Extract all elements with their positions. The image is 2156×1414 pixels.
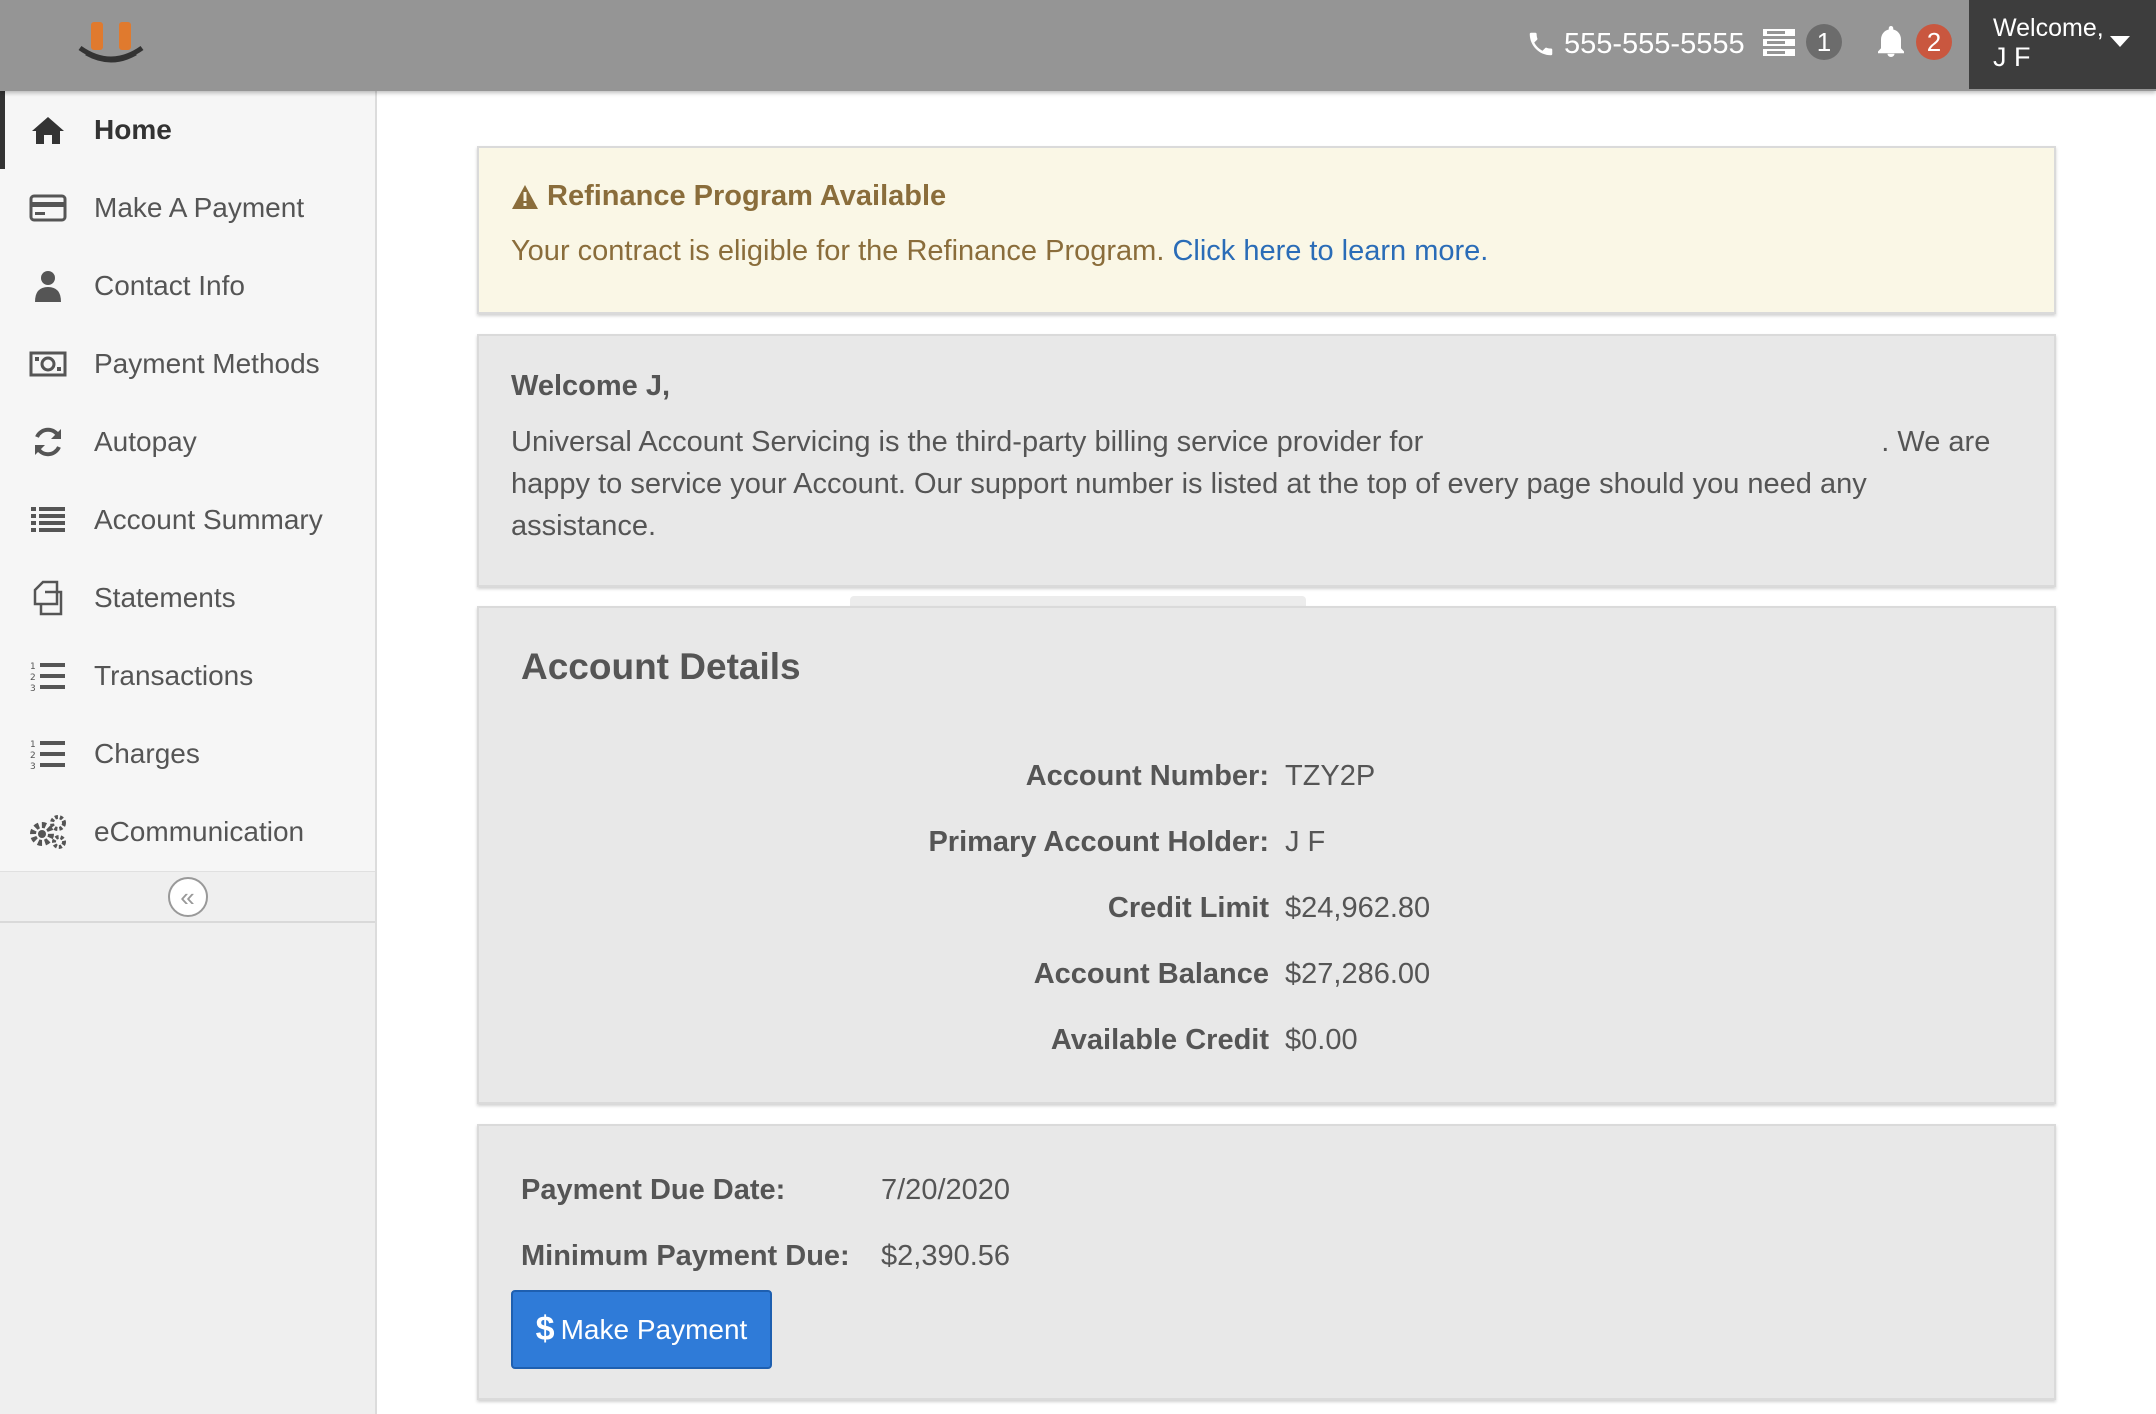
ordered-list-icon: 123 [28, 734, 68, 774]
caret-down-icon [2110, 36, 2130, 47]
notifications-badge: 2 [1916, 24, 1952, 60]
sidebar-item-label: Account Summary [94, 504, 323, 535]
detail-value: J F [1285, 825, 1326, 858]
sidebar-item-label: Statements [94, 582, 236, 613]
svg-text:2: 2 [30, 751, 36, 761]
sidebar-item-label: Payment Methods [94, 348, 320, 379]
credit-card-icon [28, 188, 68, 228]
user-menu[interactable]: Welcome, J F [1969, 0, 2156, 89]
sidebar-item-label: Home [94, 114, 172, 145]
make-payment-label: Make Payment [560, 1313, 748, 1345]
detail-label: Credit Limit [1107, 891, 1269, 924]
ordered-list-icon: 123 [28, 656, 68, 696]
welcome-label: Welcome, [1993, 14, 2104, 42]
alert-title-row: Refinance Program Available [511, 180, 2022, 213]
welcome-heading: Welcome J, [511, 370, 671, 402]
minimum-payment-label: Minimum Payment Due: [521, 1239, 850, 1272]
svg-text:1: 1 [30, 740, 36, 750]
collapse-sidebar-icon[interactable]: « [167, 876, 208, 917]
bell-icon [1878, 26, 1904, 57]
welcome-line-1a: Universal Account Servicing is the third… [511, 426, 1424, 458]
detail-row-account-number: Account Number: TZY2P [479, 756, 2054, 796]
phone-icon [1529, 32, 1553, 56]
sidebar-item-account-summary[interactable]: Account Summary [0, 481, 375, 559]
detail-row-account-balance: Account Balance $27,286.00 [479, 954, 2054, 994]
welcome-panel: Welcome J, Universal Account Servicing i… [477, 334, 2056, 587]
sidebar-item-label: eCommunication [94, 816, 305, 847]
refinance-alert: Refinance Program Available Your contrac… [477, 146, 2056, 314]
warning-icon [512, 184, 538, 209]
sidebar-item-label: Contact Info [94, 270, 245, 301]
sidebar-item-contact-info[interactable]: Contact Info [0, 247, 375, 325]
sidebar-nav: Home Make A Payment Contact Info Payment… [0, 91, 375, 871]
sidebar-item-label: Autopay [94, 426, 197, 457]
alert-title: Refinance Program Available [547, 180, 947, 212]
learn-more-link[interactable]: Click here to learn more. [1172, 235, 1488, 267]
messages-button[interactable]: 1 [1762, 20, 1842, 64]
user-name: J F [1993, 42, 2031, 72]
welcome-text: Universal Account Servicing is the third… [511, 421, 2022, 547]
svg-text:2: 2 [30, 673, 36, 683]
top-bar: 555-555-5555 1 2 Welcome, J F [0, 0, 2156, 91]
detail-value: TZY2P [1285, 759, 1376, 792]
sidebar-item-autopay[interactable]: Autopay [0, 403, 375, 481]
gears-icon [28, 812, 68, 852]
alert-text: Your contract is eligible for the Refina… [511, 235, 1173, 267]
detail-row-credit-limit: Credit Limit $24,962.80 [479, 888, 2054, 928]
list-icon [28, 500, 68, 540]
sidebar-item-payment-methods[interactable]: Payment Methods [0, 325, 375, 403]
payment-due-panel: Payment Due Date: 7/20/2020 Minimum Paym… [477, 1124, 2056, 1400]
sidebar-item-label: Charges [94, 738, 200, 769]
phone-number: 555-555-5555 [1564, 27, 1745, 60]
panel-tab-hint [850, 596, 1306, 606]
sidebar-collapse-row: « [0, 871, 375, 923]
sidebar-item-label: Make A Payment [94, 192, 305, 223]
sidebar-item-label: Transactions [94, 660, 254, 691]
sidebar-item-charges[interactable]: 123 Charges [0, 715, 375, 793]
account-details-title: Account Details [521, 646, 801, 687]
money-icon [28, 344, 68, 384]
detail-label: Primary Account Holder: [928, 825, 1269, 858]
sidebar-item-transactions[interactable]: 123 Transactions [0, 637, 375, 715]
alert-message: Your contract is eligible for the Refina… [511, 235, 2022, 268]
sidebar-item-home[interactable]: Home [0, 91, 375, 169]
detail-label: Account Balance [1033, 957, 1269, 990]
sidebar-item-make-a-payment[interactable]: Make A Payment [0, 169, 375, 247]
notifications-button[interactable]: 2 [1876, 20, 1952, 64]
sidebar-item-statements[interactable]: Statements [0, 559, 375, 637]
svg-text:3: 3 [30, 684, 36, 693]
server-list-icon [1763, 29, 1795, 56]
brand-logo[interactable] [76, 18, 146, 68]
account-details-panel: Account Details Account Number: TZY2P Pr… [477, 606, 2056, 1104]
detail-row-primary-holder: Primary Account Holder: J F [479, 822, 2054, 862]
sidebar: Home Make A Payment Contact Info Payment… [0, 91, 377, 1414]
welcome-line-2: happy to service your Account. Our suppo… [511, 468, 1867, 500]
detail-row-available-credit: Available Credit $0.00 [479, 1020, 2054, 1060]
messages-badge: 1 [1806, 24, 1842, 60]
dollar-icon: $ [535, 1310, 555, 1348]
sidebar-item-ecommunication[interactable]: eCommunication [0, 793, 375, 871]
welcome-line-1b: . We are [1881, 426, 1991, 458]
welcome-line-3: assistance. [511, 510, 657, 542]
detail-value: $0.00 [1285, 1023, 1358, 1056]
detail-value: $24,962.80 [1285, 891, 1431, 924]
user-icon [28, 266, 68, 306]
detail-value: $27,286.00 [1285, 957, 1431, 990]
make-payment-button[interactable]: $ Make Payment [511, 1290, 772, 1369]
svg-text:3: 3 [30, 762, 36, 771]
minimum-payment-row: Minimum Payment Due: $2,390.56 [521, 1236, 1010, 1276]
home-icon [28, 110, 68, 150]
support-phone[interactable]: 555-555-5555 [1526, 24, 1745, 64]
payment-due-date-value: 7/20/2020 [881, 1173, 1011, 1206]
detail-label: Available Credit [1050, 1023, 1269, 1056]
payment-due-date-row: Payment Due Date: 7/20/2020 [521, 1170, 1010, 1210]
payment-due-date-label: Payment Due Date: [521, 1173, 786, 1206]
svg-text:1: 1 [30, 662, 36, 672]
minimum-payment-value: $2,390.56 [881, 1239, 1011, 1272]
copy-icon [28, 578, 68, 618]
detail-label: Account Number: [1025, 759, 1269, 792]
refresh-icon [28, 422, 68, 462]
